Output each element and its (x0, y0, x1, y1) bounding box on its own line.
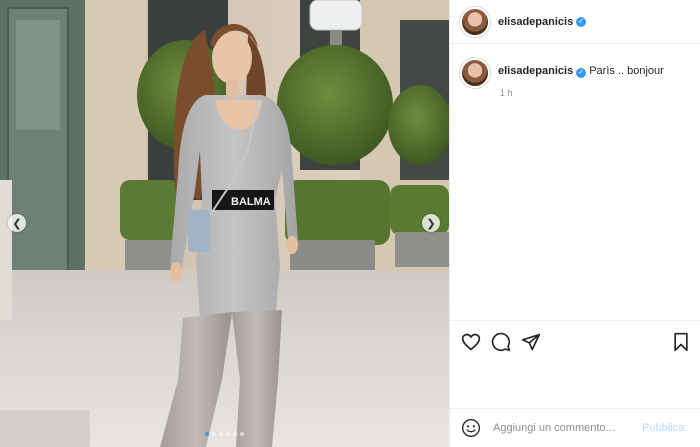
belt-logo-text: BALMA (231, 196, 271, 208)
like-button[interactable] (461, 332, 481, 352)
post-photo[interactable]: BALMA ❮ ❯ (0, 0, 449, 447)
post-header: elisadepanicis ✓ (450, 0, 700, 44)
caption-line: elisadepanicis ✓ Parìs .. bonjour (498, 65, 664, 78)
post-side-panel: elisadepanicis ✓ elisadepanicis ✓ Parìs ..… (449, 0, 700, 447)
caption-username[interactable]: elisadepanicis (498, 65, 573, 77)
caption-block: elisadepanicis ✓ Parìs .. bonjour (460, 58, 664, 88)
comment-button[interactable] (491, 332, 511, 352)
avatar[interactable] (460, 58, 490, 88)
chevron-right-icon: ❯ (426, 217, 436, 230)
heart-icon (461, 333, 481, 351)
carousel-prev-button[interactable]: ❮ (8, 214, 26, 232)
caption-text: Parìs .. bonjour (589, 65, 664, 77)
carousel-dot (226, 432, 230, 436)
carousel-indicator (0, 432, 449, 436)
carousel-dot (219, 432, 223, 436)
share-button[interactable] (521, 332, 541, 352)
bookmark-icon (674, 332, 688, 352)
comment-icon (491, 332, 511, 352)
carousel-next-button[interactable]: ❯ (422, 214, 440, 232)
action-bar (450, 320, 700, 360)
verified-badge-icon: ✓ (576, 16, 587, 27)
carousel-dot (205, 432, 209, 436)
carousel-dot (240, 432, 244, 436)
carousel-dot (212, 432, 216, 436)
header-username[interactable]: elisadepanicis (498, 16, 573, 28)
send-icon (521, 333, 541, 351)
save-button[interactable] (671, 332, 691, 352)
comment-input[interactable] (491, 421, 635, 435)
carousel-dot (233, 432, 237, 436)
verified-badge-icon: ✓ (576, 67, 587, 78)
avatar[interactable] (460, 6, 490, 37)
post-timestamp[interactable]: 1 h (500, 88, 513, 98)
smiley-icon[interactable] (461, 418, 481, 438)
photo-illustration: BALMA (0, 0, 449, 447)
comment-bar: Pubblica (450, 408, 700, 447)
publish-button[interactable]: Pubblica (642, 422, 684, 434)
chevron-left-icon: ❮ (12, 217, 22, 230)
